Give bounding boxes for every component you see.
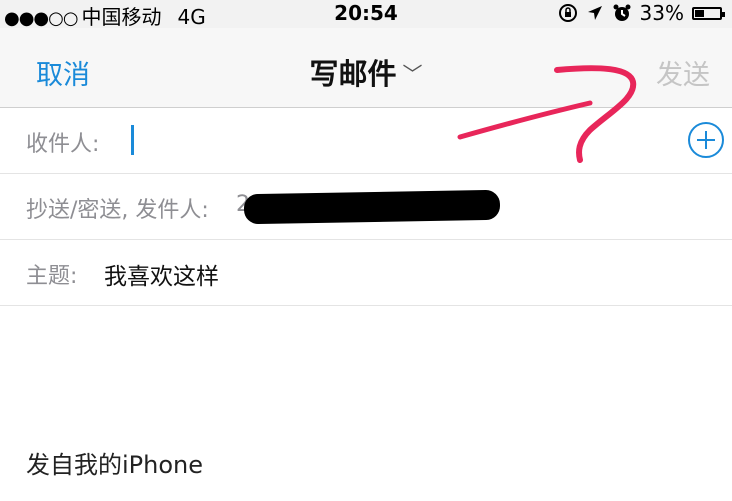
cc-bcc-from-label: 抄送/密送, 发件人: (26, 198, 209, 223)
send-button[interactable]: 发送 (656, 53, 710, 92)
subject-label: 主题: (26, 264, 78, 289)
subject-field[interactable]: 主题: 我喜欢这样 (0, 240, 732, 306)
page-title: 写邮件 (309, 57, 397, 91)
lock-rotation-icon (558, 4, 577, 22)
location-arrow-icon (587, 6, 602, 20)
email-signature[interactable]: 发自我的iPhone (26, 445, 203, 480)
battery-icon (692, 6, 725, 20)
compose-nav-bar: 取消 写邮件 ﹀ 发送 (0, 28, 732, 108)
to-label: 收件人: (26, 132, 100, 157)
add-contact-icon[interactable] (688, 122, 724, 158)
text-cursor (131, 125, 134, 155)
battery-percent: 33% (639, 1, 684, 25)
alarm-icon (613, 4, 631, 21)
compose-title-button[interactable]: 写邮件 ﹀ (0, 51, 732, 93)
status-bar: ●●●○○ 中国移动 4G 20:54 33% (0, 0, 732, 29)
cc-bcc-from-field[interactable]: 抄送/密送, 发件人: 2 (0, 174, 732, 240)
redaction-mark (243, 189, 501, 225)
subject-input[interactable]: 我喜欢这样 (104, 257, 219, 291)
to-field[interactable]: 收件人: (0, 108, 732, 174)
status-right: 33% (558, 1, 725, 25)
chevron-down-icon: ﹀ (402, 62, 423, 86)
